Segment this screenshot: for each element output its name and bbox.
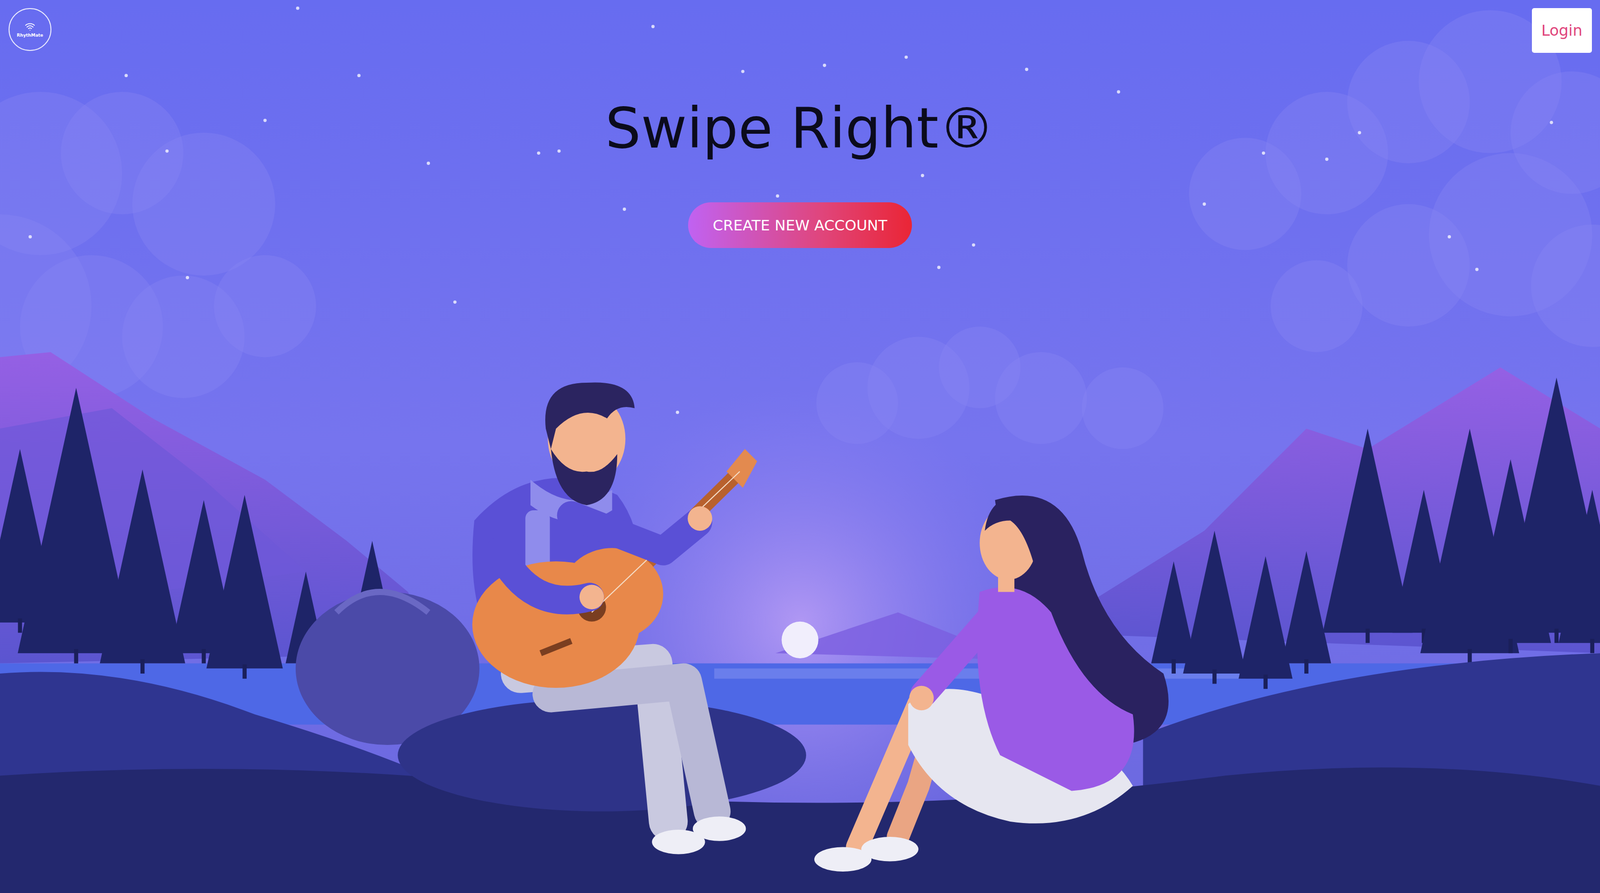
cloud bbox=[1189, 137, 1302, 250]
login-button[interactable]: Login bbox=[1531, 8, 1592, 53]
star bbox=[904, 55, 909, 60]
star bbox=[1025, 67, 1029, 71]
star bbox=[1357, 130, 1361, 135]
create-account-button[interactable]: CREATE NEW ACCOUNT bbox=[688, 202, 912, 249]
star bbox=[1116, 90, 1120, 94]
star bbox=[165, 149, 169, 153]
star bbox=[651, 24, 655, 29]
star bbox=[185, 276, 190, 280]
star bbox=[537, 151, 541, 155]
star bbox=[1447, 235, 1451, 239]
star bbox=[622, 207, 627, 211]
sky bbox=[0, 0, 1600, 893]
cloud bbox=[1081, 367, 1164, 450]
pine-tree bbox=[1238, 556, 1293, 690]
star bbox=[1475, 268, 1479, 272]
pine-tree bbox=[1281, 551, 1332, 674]
star bbox=[357, 73, 361, 78]
landing-page: RhythMate Login Swipe Right® CREATE NEW ACC… bbox=[0, 0, 1600, 893]
logo-text: RhythMate bbox=[16, 32, 43, 38]
star bbox=[675, 410, 680, 415]
star bbox=[971, 243, 976, 247]
star bbox=[296, 6, 300, 10]
star bbox=[775, 194, 780, 198]
hero: Swipe Right® CREATE NEW ACCOUNT bbox=[0, 94, 1600, 249]
wifi-icon bbox=[24, 21, 36, 32]
cloud bbox=[1270, 260, 1363, 353]
pine-tree bbox=[1558, 490, 1600, 654]
cloud bbox=[213, 255, 316, 358]
star bbox=[453, 300, 457, 304]
star bbox=[1202, 202, 1207, 206]
cloud bbox=[1530, 224, 1600, 348]
star bbox=[1261, 151, 1266, 155]
pine-tree bbox=[206, 495, 283, 680]
cloud bbox=[995, 352, 1088, 445]
star bbox=[28, 235, 32, 239]
star bbox=[1550, 120, 1554, 125]
cloud bbox=[1347, 204, 1470, 327]
top-bar: RhythMate Login bbox=[0, 0, 1600, 53]
hero-title: Swipe Right® bbox=[605, 94, 995, 163]
star bbox=[263, 119, 267, 123]
star bbox=[124, 73, 129, 78]
moon bbox=[781, 621, 819, 659]
star bbox=[741, 70, 745, 74]
cloud bbox=[132, 132, 276, 276]
logo[interactable]: RhythMate bbox=[8, 8, 52, 51]
pine-tree bbox=[1182, 530, 1246, 685]
content: RhythMate Login Swipe Right® CREATE NEW ACC… bbox=[0, 0, 1600, 893]
star bbox=[822, 63, 827, 68]
star bbox=[1325, 157, 1329, 161]
star bbox=[426, 161, 430, 166]
guitar-player bbox=[472, 382, 758, 855]
ground bbox=[0, 767, 1600, 893]
listening-woman bbox=[814, 495, 1169, 872]
star bbox=[557, 149, 561, 153]
star bbox=[937, 265, 941, 270]
star bbox=[920, 173, 925, 178]
rock bbox=[397, 699, 807, 812]
